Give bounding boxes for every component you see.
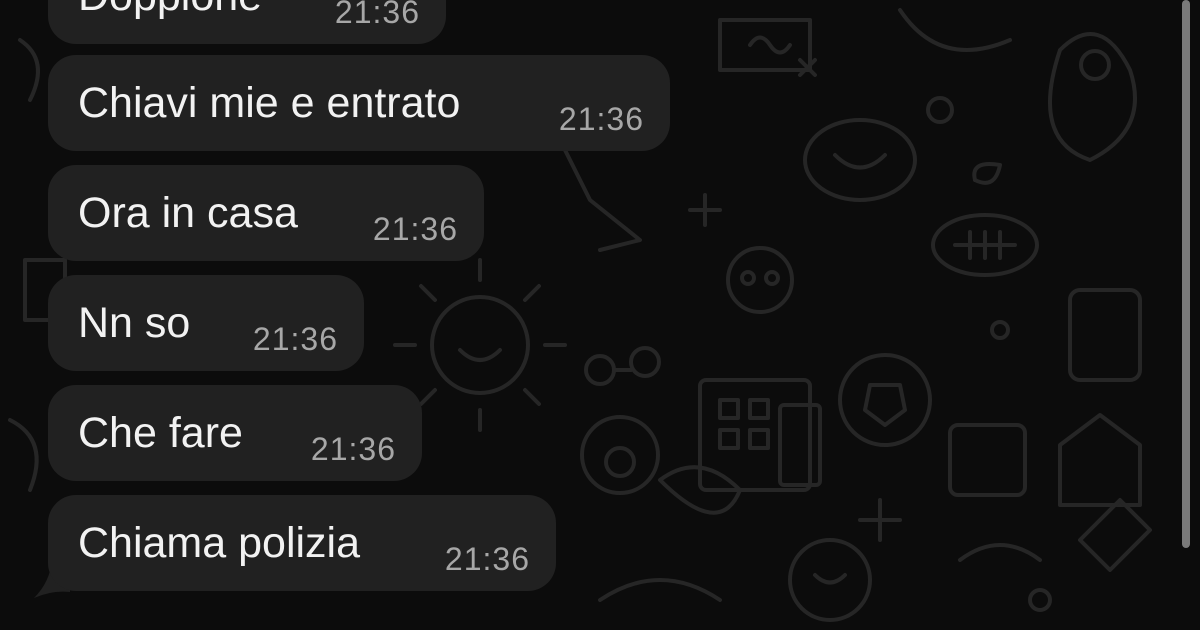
message-text: Che fare xyxy=(78,409,243,457)
message-time: 21:36 xyxy=(372,211,458,247)
message-bubble[interactable]: Nn so 21:36 xyxy=(48,275,364,371)
message-time: 21:36 xyxy=(558,101,644,137)
message-bubble[interactable]: Chiavi mie e entrato 21:36 xyxy=(48,55,670,151)
message-text: Chiama polizia xyxy=(78,519,361,567)
message-text: Chiavi mie e entrato xyxy=(78,79,461,127)
message-text: Ora in casa xyxy=(78,189,298,237)
message-time: 21:36 xyxy=(334,0,420,30)
message-bubble[interactable]: Doppione 21:36 xyxy=(48,0,446,44)
scrollbar[interactable] xyxy=(1182,0,1190,548)
message-bubble[interactable]: Chiama polizia 21:36 xyxy=(48,495,556,591)
message-bubble[interactable]: Ora in casa 21:36 xyxy=(48,165,484,261)
message-text: Doppione xyxy=(78,0,262,22)
chat-view[interactable]: Doppione 21:36 Chiavi mie e entrato 21:3… xyxy=(0,0,1200,630)
message-time: 21:36 xyxy=(252,321,338,357)
message-time: 21:36 xyxy=(444,541,530,577)
message-time: 21:36 xyxy=(310,431,396,467)
message-text: Nn so xyxy=(78,299,191,347)
message-bubble[interactable]: Che fare 21:36 xyxy=(48,385,422,481)
